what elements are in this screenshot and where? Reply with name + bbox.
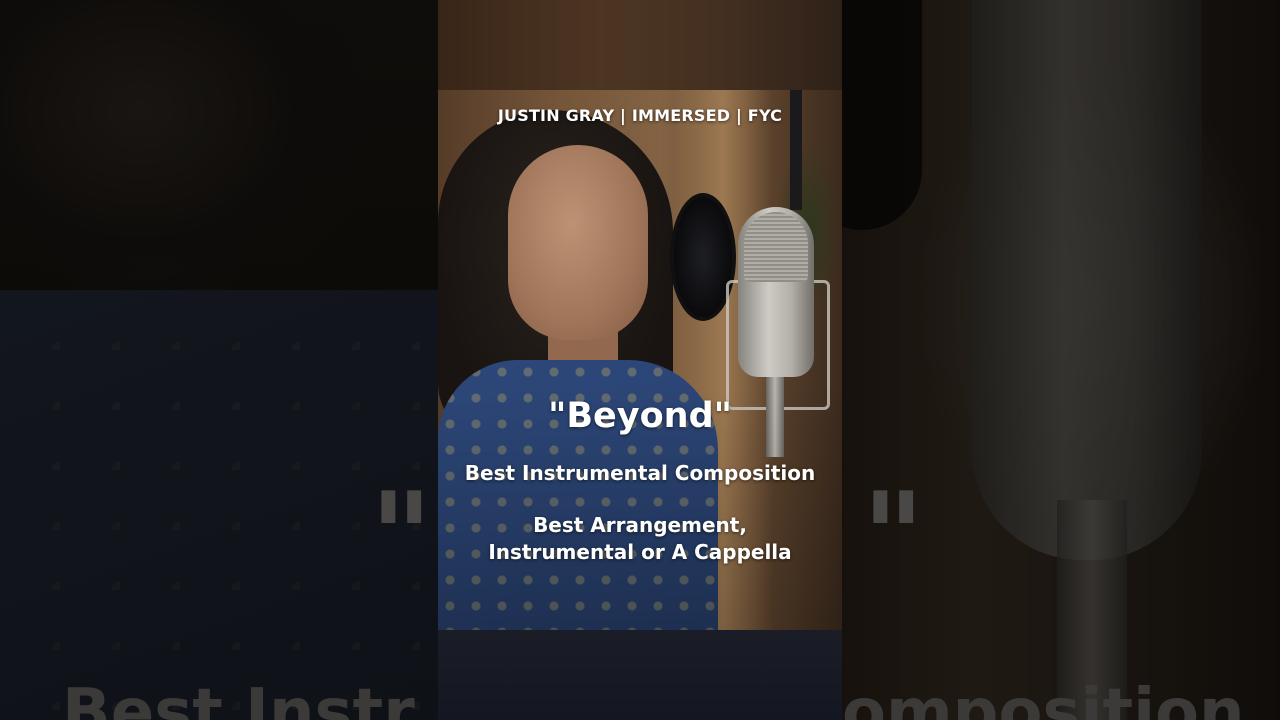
ghost-award-text-right: omposition <box>842 676 1245 720</box>
video-bottom-blur <box>438 630 842 720</box>
video-frame[interactable]: JUSTIN GRAY | IMMERSED | FYC "Beyond" Be… <box>438 0 842 720</box>
video-header: JUSTIN GRAY | IMMERSED | FYC <box>497 106 783 125</box>
award-category-1: Best Instrumental Composition <box>464 461 816 485</box>
award-category-2: Best Arrangement, Instrumental or A Capp… <box>438 512 842 566</box>
video-top-blur <box>438 0 842 90</box>
song-title: "Beyond" <box>548 396 732 436</box>
background-blur-left <box>0 0 438 720</box>
ghost-award-text-left: Best Instr <box>62 676 415 720</box>
award-category-2-line-2: Instrumental or A Cappella <box>488 540 792 564</box>
ghost-quote-right: " <box>862 468 925 607</box>
award-category-2-line-1: Best Arrangement, <box>533 513 747 537</box>
ghost-quote-left: " <box>370 468 433 607</box>
background-blur-right <box>842 0 1280 720</box>
